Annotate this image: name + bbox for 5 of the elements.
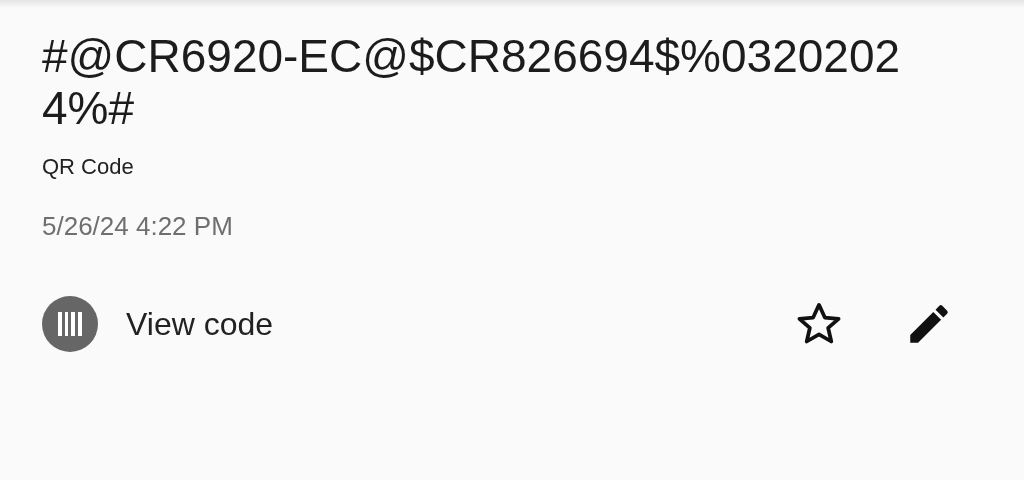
barcode-icon xyxy=(42,296,98,352)
view-code-button[interactable]: View code xyxy=(42,296,274,352)
scan-date: 5/26/24 4:22 PM xyxy=(42,210,234,243)
format-label: QR Code xyxy=(42,153,135,181)
scanned-content: #@CR6920-EC@$CR826694$%03202024%# xyxy=(42,30,902,134)
